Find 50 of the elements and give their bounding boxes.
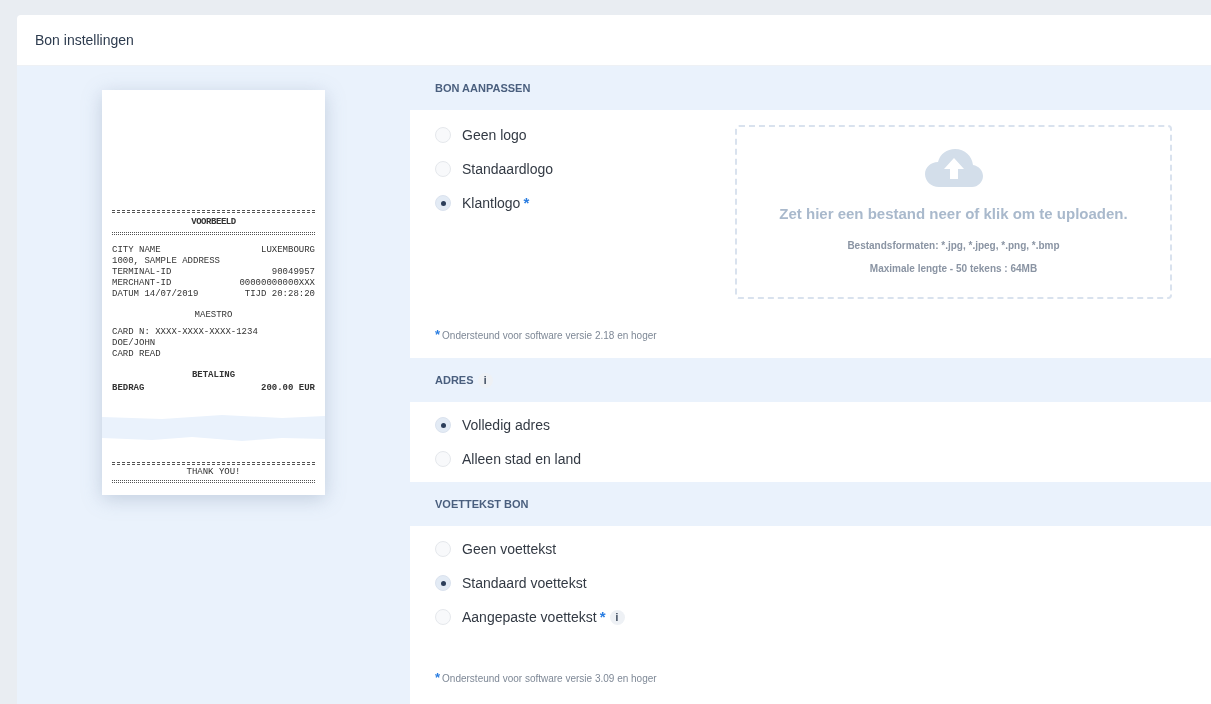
receipt-text: LUXEMBOURG bbox=[261, 245, 315, 256]
footnote: Ondersteund voor software versie 2.18 en hoger bbox=[442, 328, 657, 343]
asterisk: * bbox=[435, 669, 441, 687]
section-title: VOETTEKST BON bbox=[435, 496, 529, 512]
option-label[interactable]: Klantlogo bbox=[462, 192, 521, 214]
section-title: BON AANPASSEN bbox=[435, 80, 531, 96]
receipt-text: CARD N: XXXX-XXXX-XXXX-1234 bbox=[112, 327, 259, 338]
section-title: ADRES bbox=[435, 372, 474, 388]
receipt-text: 200.00 EUR bbox=[261, 383, 315, 394]
receipt-text: MAESTRO bbox=[193, 310, 234, 321]
upload-prompt: Zet hier een bestand neer of klik om te uploaden. bbox=[779, 204, 1128, 224]
asterisk: * bbox=[435, 325, 441, 344]
option-label[interactable]: Volledig adres bbox=[462, 414, 550, 436]
receipt-text: TIJD 20:28:20 bbox=[244, 289, 315, 300]
receipt-title: VOORBEELD bbox=[190, 216, 237, 229]
receipt-text: DATUM 14/07/2019 bbox=[112, 289, 199, 300]
radio-button[interactable] bbox=[435, 417, 451, 433]
asterisk: * bbox=[523, 193, 530, 213]
radio-button[interactable] bbox=[435, 451, 451, 467]
receipt-text: THANK YOU! bbox=[185, 466, 242, 479]
asterisk: * bbox=[599, 607, 606, 627]
receipt-text: CARD READ bbox=[112, 349, 162, 360]
info-icon[interactable]: i bbox=[477, 372, 493, 388]
option-label[interactable]: Standaardlogo bbox=[462, 158, 554, 180]
option-label[interactable]: Geen voettekst bbox=[462, 538, 557, 560]
receipt-text: CITY NAME bbox=[112, 245, 161, 256]
receipt-text: MERCHANT-ID bbox=[112, 278, 172, 289]
receipt-text: 90049957 bbox=[271, 267, 315, 278]
radio-button[interactable] bbox=[435, 195, 451, 211]
receipt-text: TERMINAL-ID bbox=[112, 267, 172, 278]
upload-limit: Maximale lengte - 50 tekens : 64MB bbox=[869, 261, 1038, 276]
radio-button[interactable] bbox=[435, 541, 451, 557]
cloud-upload-icon bbox=[924, 149, 983, 187]
receipt-text: 00000000000XXX bbox=[239, 278, 315, 289]
receipt-text: BEDRAG bbox=[112, 383, 145, 394]
footnote: Ondersteund voor software versie 3.09 en hoger bbox=[442, 672, 657, 686]
radio-button[interactable] bbox=[435, 609, 451, 625]
radio-button[interactable] bbox=[435, 161, 451, 177]
receipt-text: DOE/JOHN bbox=[112, 338, 157, 349]
page-title: Bon instellingen bbox=[35, 30, 134, 50]
option-label[interactable]: Alleen stad en land bbox=[462, 448, 582, 470]
radio-button[interactable] bbox=[435, 127, 451, 143]
option-label[interactable]: Aangepaste voettekst bbox=[462, 606, 597, 628]
option-label[interactable]: Geen logo bbox=[462, 124, 527, 146]
radio-button[interactable] bbox=[435, 575, 451, 591]
upload-formats: Bestandsformaten: *.jpg, *.jpeg, *.png, *.bmp bbox=[847, 238, 1060, 253]
receipt-text: 1000, SAMPLE ADDRESS bbox=[112, 256, 221, 267]
receipt-text: BETALING bbox=[190, 370, 237, 381]
info-icon[interactable]: i bbox=[609, 609, 625, 625]
option-label[interactable]: Standaard voettekst bbox=[462, 572, 587, 594]
